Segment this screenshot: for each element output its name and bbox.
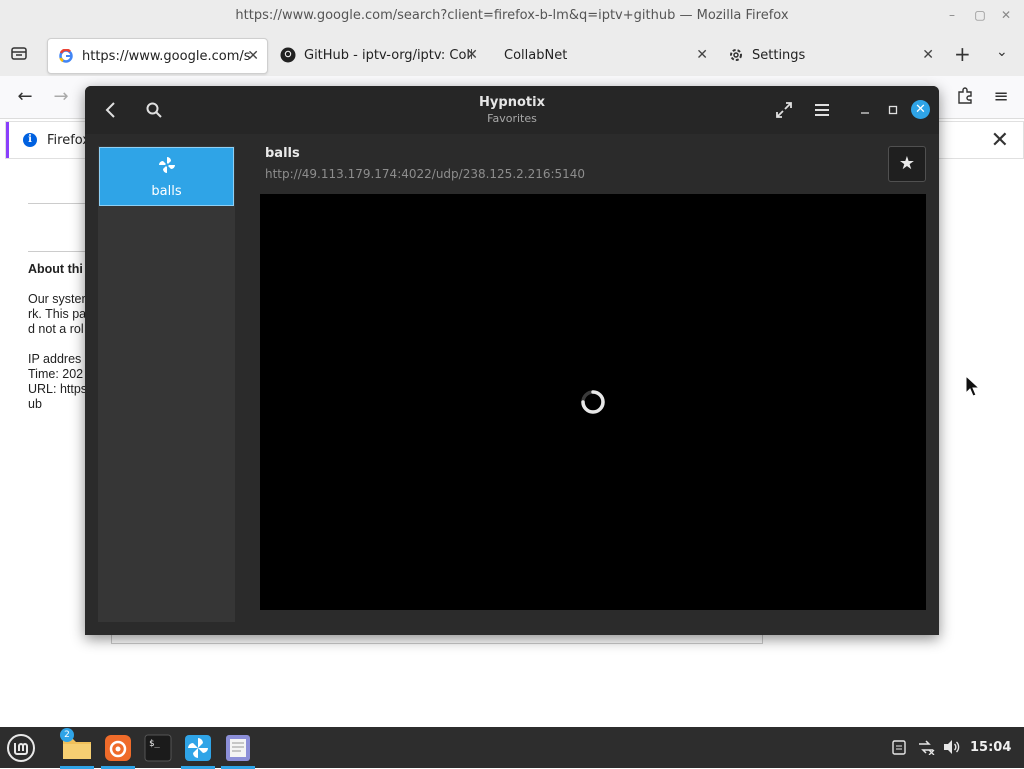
terminal-icon[interactable]: $_ — [141, 731, 175, 765]
tab-list-icon[interactable] — [10, 44, 30, 64]
files-badge: 2 — [60, 728, 74, 742]
window-title: Hypnotix — [479, 95, 545, 110]
svg-text:$_: $_ — [149, 739, 160, 749]
text-editor-icon[interactable] — [221, 731, 255, 769]
google-icon — [58, 48, 74, 64]
hypnotix-headerbar: Hypnotix Favorites ✕ — [85, 86, 939, 134]
divider — [28, 203, 88, 204]
tab-label: https://www.google.com/se — [82, 48, 250, 64]
new-tab-icon[interactable]: + — [954, 42, 971, 66]
hypnotix-icon[interactable] — [181, 731, 215, 769]
loading-spinner-icon — [580, 389, 606, 415]
tab-google[interactable]: https://www.google.com/se ✕ — [47, 38, 268, 74]
favorite-button[interactable]: ★ — [888, 146, 926, 182]
clock[interactable]: 15:04 — [970, 740, 1011, 755]
close-button[interactable]: ✕ — [998, 8, 1014, 22]
firefox-titlebar: https://www.google.com/search?client=fir… — [0, 0, 1024, 32]
maximize-button[interactable] — [883, 100, 903, 120]
favorites-sidebar: balls — [98, 146, 235, 622]
github-icon — [280, 47, 296, 63]
page-text-line: URL: https — [28, 382, 88, 396]
window-title: https://www.google.com/search?client=fir… — [235, 8, 789, 23]
tab-settings[interactable]: Settings ✕ — [720, 38, 942, 72]
notification-text: Firefox — [47, 133, 91, 148]
tab-label: CollabNet — [504, 47, 568, 63]
divider — [28, 251, 88, 252]
tab-label: Settings — [752, 47, 806, 63]
linux-mint-icon[interactable] — [4, 731, 38, 765]
channel-url: http://49.113.179.174:4022/udp/238.125.2… — [265, 167, 586, 181]
info-icon: i — [23, 133, 37, 147]
minimize-button[interactable] — [855, 100, 875, 120]
tab-label: GitHub - iptv-org/iptv: Colle — [304, 47, 472, 63]
page-text-line: ub — [28, 397, 42, 411]
page-text-line: d not a rol — [28, 322, 84, 336]
clipboard-icon[interactable] — [892, 739, 906, 759]
tab-bar: https://www.google.com/se ✕ GitHub - ipt… — [0, 32, 1024, 76]
maximize-button[interactable]: ▢ — [972, 8, 988, 22]
channel-name: balls — [265, 146, 300, 161]
firefox-icon[interactable] — [101, 731, 135, 769]
page-heading: About thi — [28, 262, 83, 276]
page-text-line: rk. This pa — [28, 307, 87, 321]
forward-icon[interactable]: → — [50, 86, 72, 107]
hypnotix-window: Hypnotix Favorites ✕ balls balls http://… — [85, 86, 939, 635]
page-text-line: Our syster — [28, 292, 86, 306]
close-tab-icon[interactable]: ✕ — [466, 47, 478, 63]
sidebar-item-balls[interactable]: balls — [99, 147, 234, 206]
pinwheel-icon — [100, 156, 233, 178]
close-tab-icon[interactable]: ✕ — [247, 48, 259, 64]
network-disconnected-icon[interactable] — [917, 739, 935, 759]
back-icon[interactable]: ← — [14, 86, 36, 107]
gear-icon — [728, 47, 744, 63]
close-tab-icon[interactable]: ✕ — [696, 47, 708, 63]
minimize-button[interactable]: – — [944, 8, 960, 22]
sidebar-item-label: balls — [151, 184, 182, 199]
fullscreen-button[interactable] — [774, 100, 794, 120]
volume-icon[interactable] — [943, 739, 961, 759]
video-player[interactable] — [260, 194, 926, 610]
mouse-cursor-icon — [964, 374, 982, 401]
page-text-line: IP addres — [28, 352, 82, 366]
chevron-down-icon[interactable]: ⌄ — [996, 44, 1008, 60]
menu-icon[interactable]: ≡ — [990, 86, 1012, 107]
taskbar: 2 $_ 15:04 — [0, 727, 1024, 769]
close-tab-icon[interactable]: ✕ — [922, 47, 934, 63]
close-notification-icon[interactable]: ✕ — [991, 128, 1009, 153]
tab-collabnet[interactable]: CollabNet ✕ — [494, 38, 716, 72]
window-subtitle: Favorites — [487, 112, 537, 125]
extensions-icon[interactable] — [954, 86, 976, 109]
close-button[interactable]: ✕ — [911, 100, 930, 119]
menu-button[interactable] — [812, 100, 832, 120]
page-text-line: Time: 202 — [28, 367, 84, 381]
tab-github[interactable]: GitHub - iptv-org/iptv: Colle ✕ — [270, 38, 486, 72]
